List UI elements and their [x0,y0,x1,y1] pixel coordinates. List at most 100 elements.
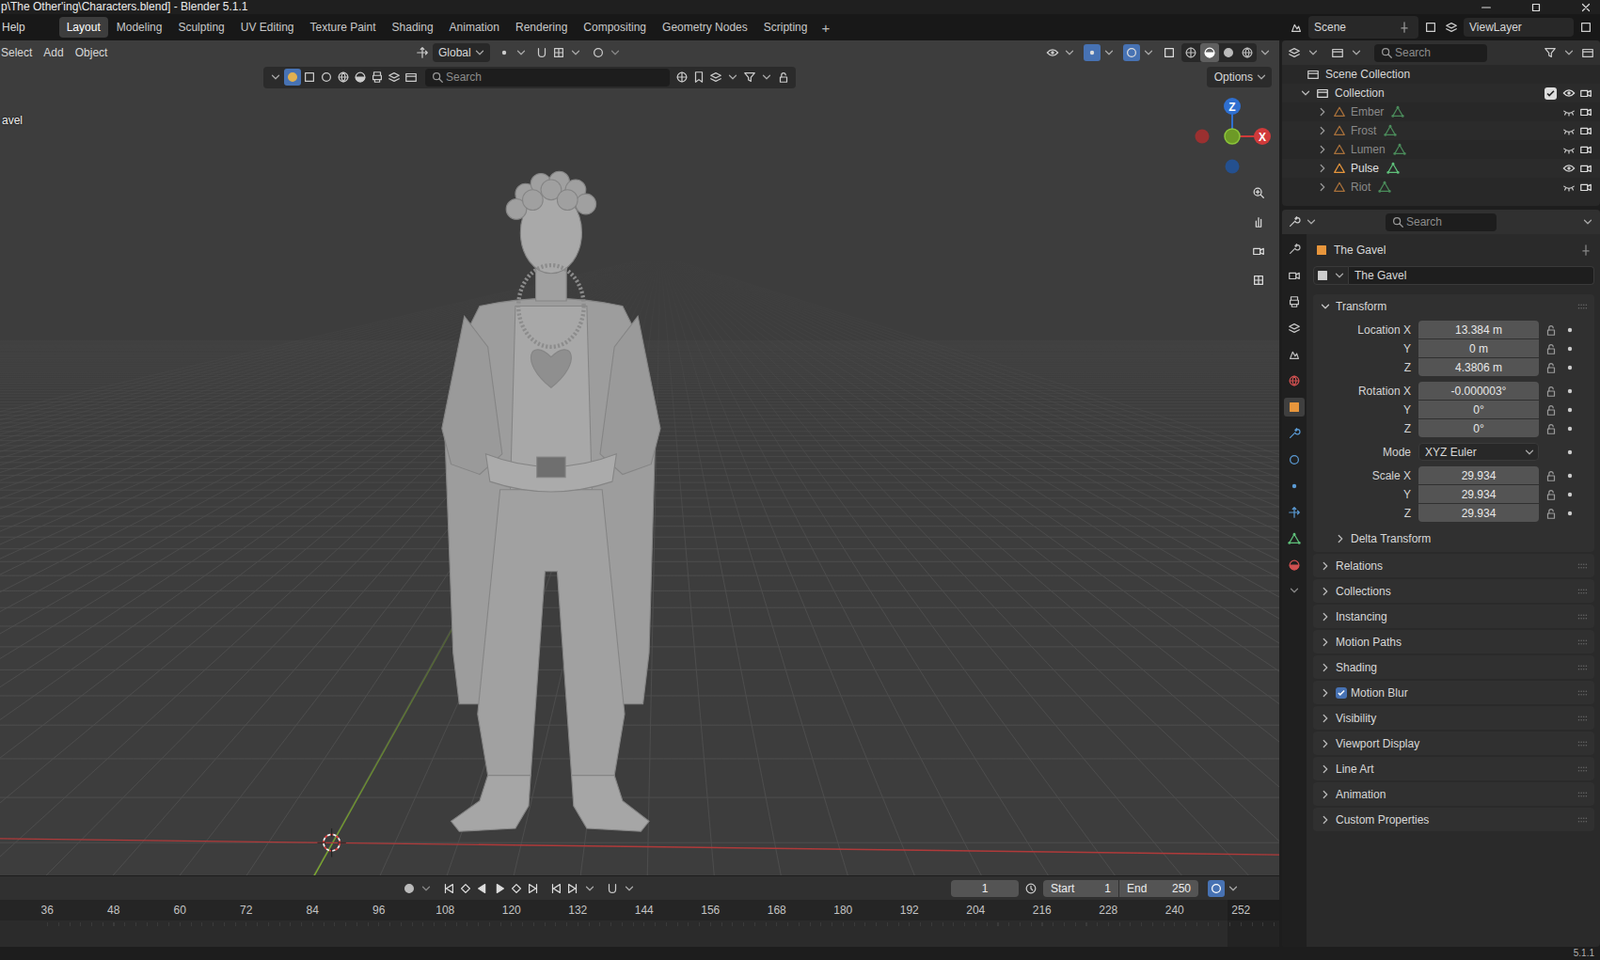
snap-target-icon[interactable] [550,44,568,62]
expand-icon[interactable] [1314,103,1331,121]
properties-tab-icon[interactable] [1283,292,1305,312]
expand-icon[interactable] [1316,786,1334,804]
number-field[interactable]: 0° [1418,400,1539,419]
play-icon[interactable] [491,880,508,898]
scene-selector[interactable]: Scene [1308,15,1419,39]
prev-keyframe-icon[interactable] [457,880,475,898]
lock-icon[interactable] [1542,359,1560,377]
outliner-row[interactable]: Riot [1282,177,1600,197]
visibility-icon[interactable] [1044,44,1062,62]
sync-icon[interactable] [1207,880,1225,898]
delta-transform-subpanel[interactable]: Delta Transform [1313,527,1595,551]
viewport-search-input[interactable] [445,70,666,84]
transform-orientation-icon[interactable] [413,44,431,62]
pivot-icon[interactable] [495,44,513,62]
properties-tab-icon[interactable] [1283,529,1305,549]
lock-icon[interactable] [1542,486,1560,504]
projection-icon[interactable] [1247,269,1270,292]
viewport-toggle-icon[interactable] [1123,44,1141,62]
new-view-layer-icon[interactable] [1577,18,1595,36]
toggle-icon[interactable] [673,68,691,86]
expand-icon[interactable] [1316,659,1334,677]
record-icon[interactable] [400,880,418,898]
play-reverse-icon[interactable] [474,880,492,898]
object-name-field[interactable]: The Gavel [1348,266,1595,286]
view-layer-icon[interactable] [1442,18,1460,36]
display-mode-icon[interactable] [1329,44,1347,62]
add-workspace-button[interactable]: + [815,19,836,36]
shading-mode-icon[interactable] [1237,43,1257,63]
keyframe-icon[interactable] [1561,420,1579,438]
collapse-icon[interactable] [1316,298,1334,316]
snap-icon[interactable] [533,44,551,62]
properties-tab-icon[interactable] [1283,424,1305,444]
mode-dropdown[interactable]: XYZ Euler [1418,443,1539,461]
keyframe-icon[interactable] [1561,486,1579,504]
tool-filter-icon[interactable] [300,68,318,86]
start-frame-field[interactable]: Start1 [1043,880,1119,898]
help-menu[interactable]: Help [0,20,30,34]
lock-icon[interactable] [1542,420,1560,438]
expand-icon[interactable] [1316,811,1334,829]
editor-type-icon[interactable] [1285,44,1303,62]
next-marker-icon[interactable] [564,880,582,898]
timeline-snap-icon[interactable] [603,880,621,898]
viewport-search[interactable] [425,68,670,87]
outliner-row[interactable]: Lumen [1282,140,1600,159]
collapsed-panel[interactable]: Relations [1313,554,1595,578]
properties-tab-icon[interactable] [1283,239,1305,259]
filter-icon[interactable] [1541,44,1559,62]
properties-tab-icon[interactable] [1283,345,1305,365]
expand-icon[interactable] [1314,141,1331,159]
workspace-tab[interactable]: Geometry Nodes [654,16,756,38]
lock-icon[interactable] [1542,401,1560,419]
expand-icon[interactable] [1316,710,1334,728]
preview-range-icon[interactable] [1022,880,1040,898]
filter-icon[interactable] [741,68,759,86]
number-field[interactable]: 0° [1418,419,1539,438]
view-layer-selector[interactable]: ViewLayer [1463,17,1574,37]
workspace-tab[interactable]: Modeling [109,16,171,38]
next-keyframe-icon[interactable] [507,880,525,898]
properties-tab-icon[interactable] [1283,266,1305,286]
bookmark-icon[interactable] [690,68,708,86]
collapsed-panel[interactable]: Motion Blur [1313,681,1595,705]
orientation-dropdown[interactable]: Global [432,43,491,63]
shading-mode-icon[interactable] [1219,43,1238,63]
number-field[interactable]: 4.3806 m [1418,358,1539,377]
outliner-search-input[interactable] [1394,46,1484,60]
tool-filter-icon[interactable] [402,68,420,86]
new-collection-icon[interactable] [1579,44,1597,62]
render-icon[interactable] [1577,84,1595,102]
options-icon[interactable] [1579,213,1597,231]
expand-icon[interactable] [1316,633,1334,651]
properties-tab-icon[interactable] [1283,476,1305,496]
expand-icon[interactable] [1316,557,1334,575]
keyframe-icon[interactable] [1561,401,1579,419]
lock-icon[interactable] [1542,340,1560,358]
expand-icon[interactable] [1316,684,1334,702]
options-button[interactable]: Options [1206,66,1272,88]
scene-icon[interactable] [1287,18,1305,36]
workspace-tab[interactable]: Animation [442,16,507,38]
keyframe-icon[interactable] [1561,359,1579,377]
collapsed-panel[interactable]: Line Art [1313,757,1595,781]
tool-filter-icon[interactable] [334,68,352,86]
collapsed-panel[interactable]: Custom Properties [1313,807,1595,832]
view-icon[interactable] [707,68,725,86]
lock-icon[interactable] [1542,467,1560,485]
camera-view-icon[interactable] [1247,239,1270,263]
expand-icon[interactable] [1316,735,1334,753]
expand-icon[interactable] [1314,178,1331,196]
current-frame-field[interactable]: 1 [950,880,1019,898]
render-icon[interactable] [1577,141,1595,159]
pin-icon[interactable] [1577,241,1595,259]
number-field[interactable]: 13.384 m [1418,320,1539,339]
outliner-search[interactable] [1374,44,1488,63]
number-field[interactable]: 0 m [1418,339,1539,358]
viewport-menu[interactable]: Select [0,46,38,60]
jump-start-icon[interactable] [440,880,458,898]
tool-filter-icon[interactable] [351,68,369,86]
proportional-icon[interactable] [589,44,607,62]
collapsed-panel[interactable]: Collections [1313,579,1595,603]
